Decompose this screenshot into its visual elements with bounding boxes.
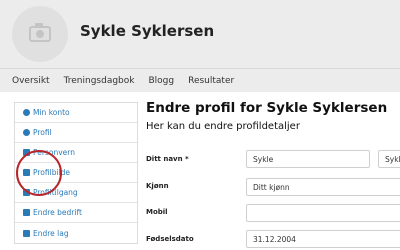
mobile-label: Mobil: [146, 208, 168, 216]
nav-item-resultater[interactable]: Resultater: [188, 76, 234, 86]
gender-label: Kjønn: [146, 182, 169, 190]
birthdate-input[interactable]: [246, 230, 400, 248]
account-icon: [23, 109, 30, 116]
company-icon: [23, 209, 30, 216]
nav-item-oversikt[interactable]: Oversikt: [12, 76, 50, 86]
avatar[interactable]: [12, 6, 68, 62]
sidebar-item-profiltilgang[interactable]: Profiltilgang: [15, 183, 137, 203]
camera-icon: [29, 23, 51, 42]
birthdate-label: Fødselsdato: [146, 235, 194, 243]
user-icon: [23, 129, 30, 136]
sidebar-item-profil[interactable]: Profil: [15, 123, 137, 143]
last-name-input[interactable]: [378, 150, 400, 168]
name-label: Ditt navn *: [146, 155, 189, 163]
sidebar-item-personvern[interactable]: Personvern: [15, 143, 137, 163]
sidebar-item-label: Endre lag: [33, 228, 69, 238]
privacy-icon: [23, 149, 30, 156]
page-title: Endre profil for Sykle Syklersen: [146, 100, 388, 116]
sidebar-item-endre-lag[interactable]: Endre lag: [15, 223, 137, 243]
nav-item-treningsdagbok[interactable]: Treningsdagbok: [64, 76, 135, 86]
nav-item-blogg[interactable]: Blogg: [148, 76, 174, 86]
mobile-input[interactable]: [246, 204, 400, 222]
main-nav: Oversikt Treningsdagbok Blogg Resultater: [0, 68, 400, 92]
user-name: Sykle Syklersen: [80, 22, 215, 40]
sidebar-item-label: Min konto: [33, 108, 70, 117]
sidebar-item-profilbilde[interactable]: Profilbilde: [15, 163, 137, 183]
sidebar-item-label: Profilbilde: [33, 168, 71, 177]
sidebar: Min konto Profil Personvern Profilbilde …: [14, 102, 138, 244]
first-name-input[interactable]: [246, 150, 370, 168]
team-icon: [23, 229, 30, 237]
sidebar-item-label: Profiltilgang: [33, 188, 78, 197]
profile-header: Sykle Syklersen: [0, 0, 400, 68]
access-icon: [23, 189, 30, 196]
image-icon: [23, 169, 30, 176]
gender-select[interactable]: [246, 178, 400, 196]
sidebar-item-label: Personvern: [33, 148, 75, 157]
sidebar-item-label: Endre bedrift: [33, 208, 82, 217]
page-subtitle: Her kan du endre profildetaljer: [146, 121, 300, 132]
sidebar-item-endre-bedrift[interactable]: Endre bedrift: [15, 203, 137, 223]
main-content: Endre profil for Sykle Syklersen Her kan…: [146, 100, 400, 132]
sidebar-item-label: Profil: [33, 128, 52, 137]
sidebar-item-min-konto[interactable]: Min konto: [15, 103, 137, 123]
